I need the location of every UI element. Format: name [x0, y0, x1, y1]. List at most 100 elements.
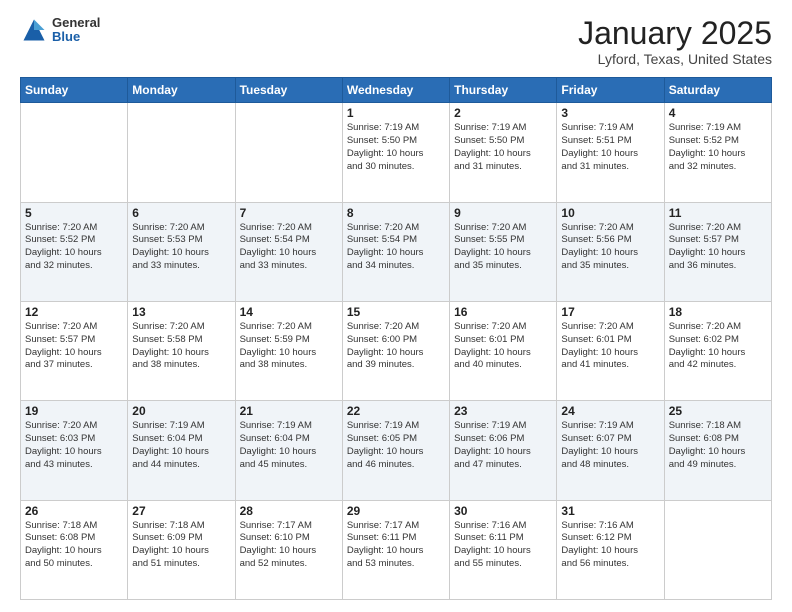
- calendar-cell: 10 Sunrise: 7:20 AM Sunset: 5:56 PM Dayli…: [557, 202, 664, 301]
- weekday-header-saturday: Saturday: [664, 78, 771, 103]
- day-number: 4: [669, 106, 767, 120]
- day-info: Sunrise: 7:20 AM Sunset: 6:02 PM Dayligh…: [669, 321, 767, 372]
- calendar-cell: [21, 103, 128, 202]
- title-block: January 2025 Lyford, Texas, United State…: [578, 16, 772, 67]
- calendar-cell: 11Sunrise: 7:20 AM Sunset: 5:57 PM Dayli…: [664, 202, 771, 301]
- calendar-cell: 21 Sunrise: 7:19 AM Sunset: 6:04 PM Dayli…: [235, 401, 342, 500]
- day-number: 21: [240, 404, 338, 418]
- day-number: 23: [454, 404, 552, 418]
- day-number: 24: [561, 404, 659, 418]
- calendar-cell: [128, 103, 235, 202]
- day-info: Sunrise: 7:20 AM Sunset: 6:03 PM Dayligh…: [25, 420, 123, 471]
- day-info: Sunrise: 7:20 AM Sunset: 6:00 PM Dayligh…: [347, 321, 445, 372]
- calendar-cell: 26Sunrise: 7:18 AM Sunset: 6:08 PM Dayli…: [21, 500, 128, 599]
- calendar-cell: 4 Sunrise: 7:19 AM Sunset: 5:52 PM Daylig…: [664, 103, 771, 202]
- week-row-1: 1 Sunrise: 7:19 AM Sunset: 5:50 PM Daylig…: [21, 103, 772, 202]
- logo-blue: Blue: [52, 30, 100, 44]
- weekday-header-sunday: Sunday: [21, 78, 128, 103]
- day-info: Sunrise: 7:19 AM Sunset: 5:51 PM Dayligh…: [561, 122, 659, 173]
- day-info: Sunrise: 7:17 AM Sunset: 6:11 PM Dayligh…: [347, 520, 445, 571]
- calendar-cell: 2 Sunrise: 7:19 AM Sunset: 5:50 PM Daylig…: [450, 103, 557, 202]
- day-info: Sunrise: 7:19 AM Sunset: 6:05 PM Dayligh…: [347, 420, 445, 471]
- logo-text: General Blue: [52, 16, 100, 45]
- calendar-cell: 19 Sunrise: 7:20 AM Sunset: 6:03 PM Dayli…: [21, 401, 128, 500]
- day-number: 10: [561, 206, 659, 220]
- day-info: Sunrise: 7:19 AM Sunset: 6:07 PM Dayligh…: [561, 420, 659, 471]
- day-info: Sunrise: 7:20 AM Sunset: 5:53 PM Dayligh…: [132, 222, 230, 273]
- day-number: 14: [240, 305, 338, 319]
- weekday-header-monday: Monday: [128, 78, 235, 103]
- day-info: Sunrise: 7:16 AM Sunset: 6:12 PM Dayligh…: [561, 520, 659, 571]
- calendar-cell: 7Sunrise: 7:20 AM Sunset: 5:54 PM Daylig…: [235, 202, 342, 301]
- day-info: Sunrise: 7:19 AM Sunset: 5:50 PM Dayligh…: [454, 122, 552, 173]
- day-number: 11: [669, 206, 767, 220]
- day-info: Sunrise: 7:20 AM Sunset: 6:01 PM Dayligh…: [454, 321, 552, 372]
- logo: General Blue: [20, 16, 100, 45]
- day-number: 6: [132, 206, 230, 220]
- calendar-cell: 15 Sunrise: 7:20 AM Sunset: 6:00 PM Dayli…: [342, 301, 449, 400]
- calendar-cell: 23Sunrise: 7:19 AM Sunset: 6:06 PM Dayli…: [450, 401, 557, 500]
- day-number: 12: [25, 305, 123, 319]
- day-number: 5: [25, 206, 123, 220]
- weekday-header-tuesday: Tuesday: [235, 78, 342, 103]
- location: Lyford, Texas, United States: [578, 51, 772, 67]
- day-number: 16: [454, 305, 552, 319]
- day-number: 22: [347, 404, 445, 418]
- day-info: Sunrise: 7:19 AM Sunset: 5:50 PM Dayligh…: [347, 122, 445, 173]
- day-number: 13: [132, 305, 230, 319]
- calendar-cell: 12 Sunrise: 7:20 AM Sunset: 5:57 PM Dayli…: [21, 301, 128, 400]
- calendar-cell: 30 Sunrise: 7:16 AM Sunset: 6:11 PM Dayli…: [450, 500, 557, 599]
- day-number: 9: [454, 206, 552, 220]
- day-number: 26: [25, 504, 123, 518]
- calendar: SundayMondayTuesdayWednesdayThursdayFrid…: [20, 77, 772, 600]
- calendar-cell: 27Sunrise: 7:18 AM Sunset: 6:09 PM Dayli…: [128, 500, 235, 599]
- calendar-cell: 9 Sunrise: 7:20 AM Sunset: 5:55 PM Daylig…: [450, 202, 557, 301]
- day-number: 7: [240, 206, 338, 220]
- day-number: 1: [347, 106, 445, 120]
- day-number: 15: [347, 305, 445, 319]
- page: General Blue January 2025 Lyford, Texas,…: [0, 0, 792, 612]
- calendar-cell: 17Sunrise: 7:20 AM Sunset: 6:01 PM Dayli…: [557, 301, 664, 400]
- day-number: 3: [561, 106, 659, 120]
- header: General Blue January 2025 Lyford, Texas,…: [20, 16, 772, 67]
- day-number: 19: [25, 404, 123, 418]
- day-info: Sunrise: 7:19 AM Sunset: 6:04 PM Dayligh…: [132, 420, 230, 471]
- calendar-cell: 8 Sunrise: 7:20 AM Sunset: 5:54 PM Daylig…: [342, 202, 449, 301]
- calendar-cell: 20 Sunrise: 7:19 AM Sunset: 6:04 PM Dayli…: [128, 401, 235, 500]
- weekday-header-thursday: Thursday: [450, 78, 557, 103]
- calendar-cell: [235, 103, 342, 202]
- calendar-cell: 13 Sunrise: 7:20 AM Sunset: 5:58 PM Dayli…: [128, 301, 235, 400]
- week-row-3: 12 Sunrise: 7:20 AM Sunset: 5:57 PM Dayli…: [21, 301, 772, 400]
- calendar-cell: 18 Sunrise: 7:20 AM Sunset: 6:02 PM Dayli…: [664, 301, 771, 400]
- day-number: 31: [561, 504, 659, 518]
- day-number: 20: [132, 404, 230, 418]
- day-number: 30: [454, 504, 552, 518]
- day-number: 18: [669, 305, 767, 319]
- day-info: Sunrise: 7:20 AM Sunset: 6:01 PM Dayligh…: [561, 321, 659, 372]
- calendar-cell: 1 Sunrise: 7:19 AM Sunset: 5:50 PM Daylig…: [342, 103, 449, 202]
- day-info: Sunrise: 7:20 AM Sunset: 5:56 PM Dayligh…: [561, 222, 659, 273]
- day-info: Sunrise: 7:20 AM Sunset: 5:57 PM Dayligh…: [25, 321, 123, 372]
- day-info: Sunrise: 7:20 AM Sunset: 5:59 PM Dayligh…: [240, 321, 338, 372]
- calendar-cell: 31 Sunrise: 7:16 AM Sunset: 6:12 PM Dayli…: [557, 500, 664, 599]
- day-number: 2: [454, 106, 552, 120]
- day-info: Sunrise: 7:19 AM Sunset: 6:04 PM Dayligh…: [240, 420, 338, 471]
- day-number: 28: [240, 504, 338, 518]
- day-number: 29: [347, 504, 445, 518]
- day-info: Sunrise: 7:20 AM Sunset: 5:54 PM Dayligh…: [347, 222, 445, 273]
- weekday-header-friday: Friday: [557, 78, 664, 103]
- day-info: Sunrise: 7:20 AM Sunset: 5:55 PM Dayligh…: [454, 222, 552, 273]
- calendar-cell: 22 Sunrise: 7:19 AM Sunset: 6:05 PM Dayli…: [342, 401, 449, 500]
- calendar-cell: 3 Sunrise: 7:19 AM Sunset: 5:51 PM Daylig…: [557, 103, 664, 202]
- logo-icon: [20, 16, 48, 44]
- weekday-header-row: SundayMondayTuesdayWednesdayThursdayFrid…: [21, 78, 772, 103]
- day-info: Sunrise: 7:16 AM Sunset: 6:11 PM Dayligh…: [454, 520, 552, 571]
- weekday-header-wednesday: Wednesday: [342, 78, 449, 103]
- day-number: 8: [347, 206, 445, 220]
- day-number: 25: [669, 404, 767, 418]
- calendar-cell: 24 Sunrise: 7:19 AM Sunset: 6:07 PM Dayli…: [557, 401, 664, 500]
- day-info: Sunrise: 7:20 AM Sunset: 5:58 PM Dayligh…: [132, 321, 230, 372]
- day-info: Sunrise: 7:19 AM Sunset: 5:52 PM Dayligh…: [669, 122, 767, 173]
- day-info: Sunrise: 7:20 AM Sunset: 5:52 PM Dayligh…: [25, 222, 123, 273]
- calendar-cell: 29 Sunrise: 7:17 AM Sunset: 6:11 PM Dayli…: [342, 500, 449, 599]
